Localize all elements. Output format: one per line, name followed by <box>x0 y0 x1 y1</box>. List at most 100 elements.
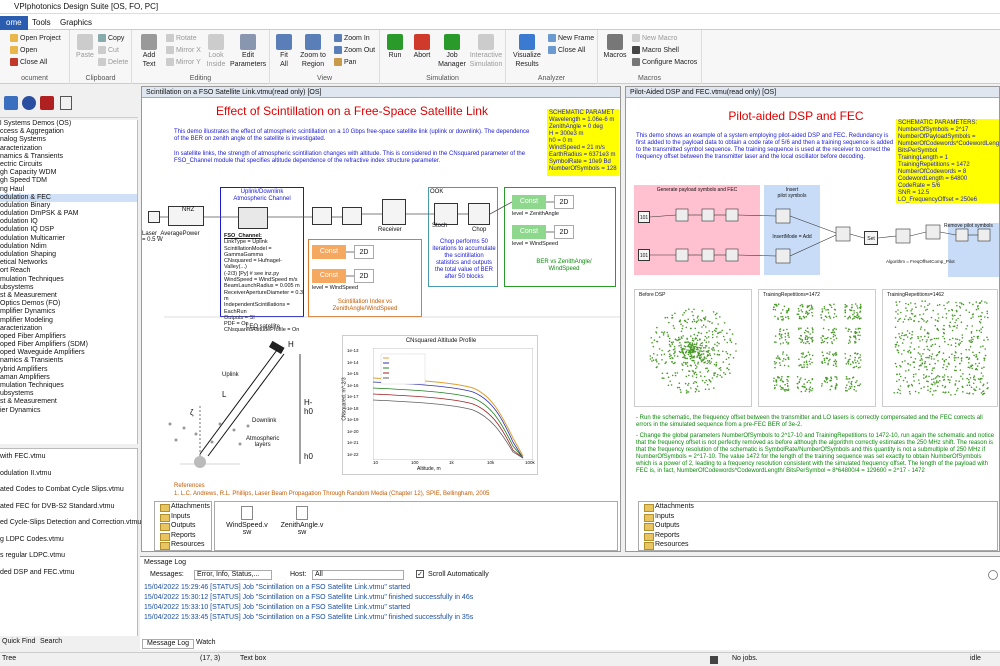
resource-folder[interactable]: Inputs <box>639 512 997 521</box>
tree-item[interactable]: ort Reach <box>0 267 137 275</box>
filter-icon[interactable] <box>60 96 72 110</box>
tree-item[interactable]: mulation Techniques <box>0 382 137 390</box>
tree-item[interactable]: ybrid Amplifiers <box>0 366 137 374</box>
tree-item[interactable]: etical Networks <box>0 259 137 267</box>
recent-item[interactable]: odulation II.vtmu <box>0 466 137 483</box>
open-button[interactable]: Open <box>10 46 37 55</box>
presentation-icon[interactable] <box>40 96 54 110</box>
tab-home[interactable]: ome <box>0 16 28 30</box>
delete-button[interactable]: Delete <box>98 58 128 67</box>
resource-folder[interactable]: Resources <box>639 540 997 550</box>
document-title[interactable]: Pilot-Aided DSP and FEC.vtmu(read only) … <box>626 87 999 98</box>
quick-find-tab[interactable]: Quick Find <box>2 638 35 645</box>
mirror-y-button[interactable]: Mirror Y <box>166 58 201 67</box>
tree-item[interactable]: l Systems Demos (OS) <box>0 120 137 128</box>
messages-filter-select[interactable]: Error, Info, Status,... <box>194 570 272 580</box>
resource-folder[interactable]: Outputs <box>155 521 211 531</box>
host-select[interactable]: All <box>312 570 404 580</box>
resource-folder[interactable]: Reports <box>155 531 211 540</box>
user-icon[interactable] <box>22 96 36 110</box>
file-windspeed[interactable]: WindSpeed.v sw <box>223 506 271 536</box>
rotate-button[interactable]: Rotate <box>166 34 197 43</box>
tree-item[interactable]: odulation & FEC <box>0 193 137 202</box>
tree-item[interactable]: nalog Systems <box>0 136 137 144</box>
schematic-canvas[interactable]: Pilot-aided DSP and FEC SCHEMATIC PARAME… <box>626 99 999 499</box>
macros-button[interactable]: Macros <box>602 34 628 60</box>
constellation-1472[interactable]: TrainingRepetitions=1472 <box>758 289 876 407</box>
constellation-1462[interactable]: TrainingRepetitions=1462 <box>882 289 998 407</box>
resource-folder[interactable]: Attachments <box>639 502 997 512</box>
users-icon[interactable] <box>4 96 18 110</box>
tree-item[interactable]: aracterization <box>0 145 137 153</box>
tree-item[interactable]: ng Haul <box>0 186 137 194</box>
zoom-region-button[interactable]: Zoom to Region <box>296 34 330 69</box>
tree-item[interactable]: odulation Shaping <box>0 251 137 259</box>
cut-button[interactable]: Cut <box>98 46 119 55</box>
tree-item[interactable]: namics & Transients <box>0 357 137 365</box>
interactive-simulation-button[interactable]: Interactive Simulation <box>468 34 504 69</box>
open-project-button[interactable]: Open Project <box>10 34 61 43</box>
visualize-results-button[interactable]: Visualize Results <box>510 34 544 69</box>
resource-folder[interactable]: Attachments <box>155 502 211 512</box>
resource-folder[interactable]: Inputs <box>155 512 211 521</box>
tree-item[interactable]: odulation Binary <box>0 202 137 210</box>
macro-shell-button[interactable]: Macro Shell <box>632 46 679 55</box>
tree-item[interactable]: Optics Demos (FO) <box>0 300 137 308</box>
tree-item[interactable]: odulation Ndim <box>0 243 137 251</box>
tree-item[interactable]: namics & Transients <box>0 153 137 161</box>
tree-item[interactable]: aman Amplifiers <box>0 374 137 382</box>
resource-folder[interactable]: Outputs <box>639 521 997 531</box>
tree-item[interactable]: odulation IQ DSP <box>0 226 137 234</box>
tree-item[interactable]: gh Capacity WDM <box>0 169 137 177</box>
cnsquared-plot[interactable]: CNsquared Altitude Profile Altitude, m C… <box>342 335 538 475</box>
tree-item[interactable]: gh Speed TDM <box>0 177 137 185</box>
configure-macros-button[interactable]: Configure Macros <box>632 58 697 67</box>
close-all-frames-button[interactable]: Close All <box>548 46 585 55</box>
tree-item[interactable]: odulation Multicarrier <box>0 235 137 243</box>
constellation-before-dsp[interactable]: Before DSP <box>634 289 752 407</box>
tree-item[interactable]: oped Fiber Amplifiers <box>0 333 137 341</box>
search-icon[interactable] <box>988 570 998 580</box>
recent-item[interactable]: ated Codes to Combat Cycle Slips.vtmu <box>0 482 137 499</box>
recent-item[interactable]: with FEC.vtmu <box>0 449 137 466</box>
tree-item[interactable]: mplifier Dynamics <box>0 308 137 316</box>
autoscroll-checkbox[interactable]: ✓ <box>416 570 424 578</box>
paste-button[interactable]: Paste <box>74 34 96 60</box>
tree-item[interactable]: mulation Techniques <box>0 276 137 284</box>
run-button[interactable]: Run <box>384 34 406 60</box>
recent-item[interactable]: ed Cycle-Slips Detection and Correction.… <box>0 515 141 532</box>
edit-parameters-button[interactable]: Edit Parameters <box>230 34 266 69</box>
tree-item[interactable]: ubsystems <box>0 284 137 292</box>
tree-tab[interactable]: Tree <box>2 655 16 662</box>
tree-item[interactable]: aracterization <box>0 325 137 333</box>
tab-message-log[interactable]: Message Log <box>142 639 195 649</box>
look-inside-button[interactable]: Look Inside <box>204 34 228 69</box>
copy-button[interactable]: Copy <box>98 34 124 43</box>
tab-graphics[interactable]: Graphics <box>54 16 98 30</box>
abort-button[interactable]: Abort <box>410 34 434 60</box>
file-zenithangle[interactable]: ZenithAngle.v sw <box>275 506 329 536</box>
recent-item[interactable]: ated FEC for DVB-S2 Standard.vtmu <box>0 499 137 516</box>
zoom-in-button[interactable]: Zoom In <box>334 34 370 43</box>
resource-folder[interactable]: Reports <box>639 531 997 540</box>
tree-item[interactable]: ubsystems <box>0 390 137 398</box>
document-title[interactable]: Scintillation on a FSO Satellite Link.vt… <box>142 87 620 98</box>
tree-item[interactable]: st & Measurement <box>0 292 137 300</box>
tree-item[interactable]: oped Waveguide Amplifiers <box>0 349 137 357</box>
tree-item[interactable]: st & Measurement <box>0 398 137 406</box>
search-tab[interactable]: Search <box>40 638 62 645</box>
tree-item[interactable]: ier Dynamics <box>0 407 137 415</box>
tree-item[interactable]: ccess & Aggregation <box>0 128 137 136</box>
pan-button[interactable]: Pan <box>334 58 356 67</box>
tab-tools[interactable]: Tools <box>26 16 57 30</box>
recent-item[interactable]: g LDPC Codes.vtmu <box>0 532 137 549</box>
new-macro-button[interactable]: New Macro <box>632 34 677 43</box>
recent-item[interactable]: ded DSP and FEC.vtmu <box>0 565 137 582</box>
tree-item[interactable]: odulation IQ <box>0 218 137 226</box>
zoom-out-button[interactable]: Zoom Out <box>334 46 375 55</box>
tree-item[interactable]: odulation DmPSK & PAM <box>0 210 137 218</box>
recent-item[interactable]: s regular LDPC.vtmu <box>0 548 137 565</box>
tree-item[interactable]: oped Fiber Amplifiers (SDM) <box>0 341 137 349</box>
tree-item[interactable]: ectric Circuits <box>0 161 137 169</box>
mirror-x-button[interactable]: Mirror X <box>166 46 201 55</box>
